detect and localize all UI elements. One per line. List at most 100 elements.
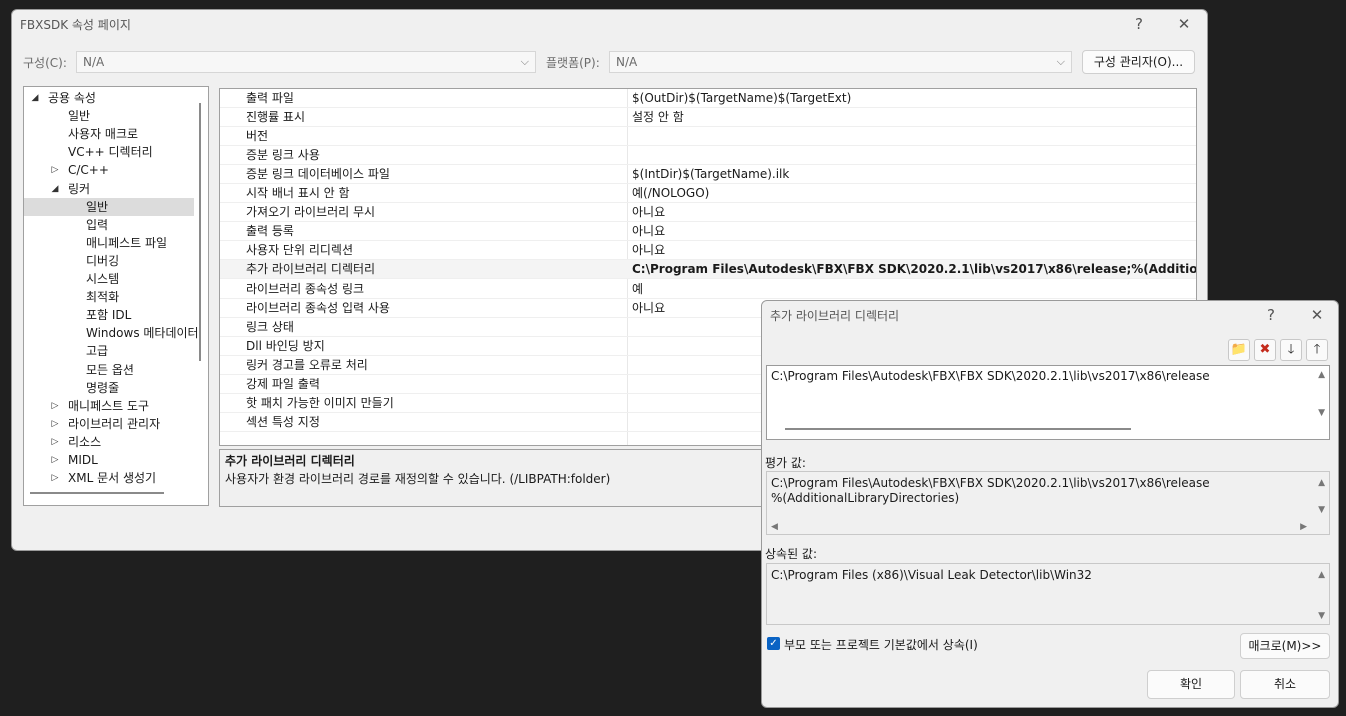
property-row[interactable]: 추가 라이브러리 디렉터리 C:\Program Files\Autodesk\F… [220,260,1196,280]
property-row[interactable]: 증분 링크 사용 [220,146,1196,166]
property-row[interactable]: 시작 배너 표시 안 함 예(/NOLOGO) [220,184,1196,204]
tree-item[interactable]: VC++ 디렉터리 [24,143,194,161]
dialog-close-button[interactable]: ✕ [1304,305,1330,325]
property-row[interactable]: 진행률 표시 설정 안 함 [220,108,1196,128]
property-name: 라이브러리 종속성 입력 사용 [246,300,390,315]
ok-button[interactable]: 확인 [1147,670,1235,699]
tree-vertical-scrollbar[interactable] [199,103,201,361]
scroll-down-icon[interactable]: ▼ [1318,505,1325,515]
property-value[interactable]: 예(/NOLOGO) [632,184,709,202]
property-name: 출력 파일 [246,91,294,105]
collapse-arrow-icon[interactable]: ◢ [29,89,41,107]
property-name: 시작 배너 표시 안 함 [246,186,350,201]
property-value[interactable]: $(IntDir)$(TargetName).ilk [632,165,789,183]
config-combobox[interactable]: N/A ⌵ [76,51,536,73]
platform-label: 플랫폼(P): [546,56,600,70]
scroll-right-icon[interactable]: ▶ [1300,522,1307,532]
expand-arrow-icon[interactable]: ▷ [49,397,61,415]
property-value[interactable]: $(OutDir)$(TargetName)$(TargetExt) [632,89,851,107]
property-value[interactable]: 아니요 [632,222,665,240]
tree-item[interactable]: 명령줄 [24,379,194,397]
property-value[interactable]: 아니요 [632,241,665,259]
expand-arrow-icon[interactable]: ▷ [49,469,61,487]
inherited-value-label: 상속된 값: [765,547,818,561]
scroll-left-icon[interactable]: ◀ [771,522,778,532]
config-manager-button[interactable]: 구성 관리자(O)... [1082,50,1195,74]
property-row[interactable]: 증분 링크 데이터베이스 파일 $(IntDir)$(TargetName).il… [220,165,1196,185]
inherited-value-box[interactable]: C:\Program Files (x86)\Visual Leak Detec… [766,563,1330,625]
dialog-title: 추가 라이브러리 디렉터리 [770,309,900,323]
property-row[interactable]: 사용자 단위 리디렉션 아니요 [220,241,1196,261]
cancel-button[interactable]: 취소 [1240,670,1330,699]
property-value[interactable]: 설정 안 함 [632,108,684,126]
tree-item-label: 라이브러리 관리자 [68,416,161,431]
delete-icon[interactable]: ✖ [1254,339,1276,361]
tree-horizontal-scrollbar[interactable] [30,492,164,494]
tree-item[interactable]: 입력 [24,216,194,234]
tree-item[interactable]: 디버깅 [24,252,194,270]
tree-item[interactable]: 사용자 매크로 [24,125,194,143]
collapse-arrow-icon[interactable]: ◢ [49,180,61,198]
tree-item[interactable]: 고급 [24,342,194,360]
tree-item[interactable]: 포함 IDL [24,306,194,324]
scroll-up-icon[interactable]: ▲ [1318,570,1325,580]
tree-item[interactable]: 매니페스트 파일 [24,234,194,252]
property-tree[interactable]: ◢ 공용 속성 일반 사용자 매크로 VC++ 디렉터리 ▷ C/C++ ◢ 링커 일반 입력 매니페… [23,86,209,506]
tree-item[interactable]: ▷ 매니페스트 도구 [24,397,194,415]
property-row[interactable]: 라이브러리 종속성 링크 예 [220,280,1196,299]
main-titlebar[interactable]: FBXSDK 속성 페이지 ? ✕ [12,10,1207,38]
chevron-down-icon: ⌵ [1056,55,1065,68]
dialog-titlebar[interactable]: 추가 라이브러리 디렉터리 ? ✕ [762,301,1338,329]
expand-arrow-icon[interactable]: ▷ [49,451,61,469]
property-value[interactable]: C:\Program Files\Autodesk\FBX\FBX SDK\20… [632,260,1196,278]
tree-item[interactable]: 시스템 [24,270,194,288]
tree-item[interactable]: 최적화 [24,288,194,306]
inherit-checkbox-label[interactable]: 부모 또는 프로젝트 기본값에서 상속(I) [784,636,978,653]
directories-list[interactable]: C:\Program Files\Autodesk\FBX\FBX SDK\20… [766,365,1330,440]
move-down-icon[interactable]: 🡓 [1280,339,1302,361]
platform-combobox[interactable]: N/A ⌵ [609,51,1072,73]
tree-item[interactable]: ▷ 리소스 [24,433,194,451]
tree-item[interactable]: ▷ 라이브러리 관리자 [24,415,194,433]
expand-arrow-icon[interactable]: ▷ [49,161,61,179]
expand-arrow-icon[interactable]: ▷ [49,433,61,451]
evaluated-value-box[interactable]: C:\Program Files\Autodesk\FBX\FBX SDK\20… [766,471,1330,535]
description-heading: 추가 라이브러리 디렉터리 [225,454,355,468]
tree-item[interactable]: ▷ MIDL [24,451,194,469]
property-value[interactable]: 아니요 [632,299,665,317]
tree-item[interactable]: ◢ 링커 [24,180,194,198]
additional-library-directories-dialog: 추가 라이브러리 디렉터리 ? ✕ 📁 ✖ 🡓 🡑 C:\Program Fil… [761,300,1339,708]
dialog-help-button[interactable]: ? [1258,305,1284,325]
property-name: 추가 라이브러리 디렉터리 [246,262,376,277]
move-up-icon[interactable]: 🡑 [1306,339,1328,361]
tree-item-label: 시스템 [86,272,120,286]
directory-entry[interactable]: C:\Program Files\Autodesk\FBX\FBX SDK\20… [771,369,1210,383]
tree-item[interactable]: 일반 [24,197,194,216]
tree-item[interactable]: 일반 [24,107,194,125]
tree-item[interactable]: Windows 메타데이터 [24,324,199,342]
property-value[interactable]: 아니요 [632,203,665,221]
new-folder-icon[interactable]: 📁 [1228,339,1250,361]
tree-item[interactable]: ◢ 공용 속성 [24,89,194,107]
tree-item[interactable]: 모든 옵션 [24,361,194,379]
list-horizontal-scrollbar[interactable] [785,428,1131,430]
property-row[interactable]: 출력 등록 아니요 [220,222,1196,242]
tree-item-label: 입력 [86,217,109,232]
scroll-up-icon[interactable]: ▲ [1318,478,1325,488]
tree-item[interactable]: ▷ C/C++ [24,161,194,179]
property-row[interactable]: 가져오기 라이브러리 무시 아니요 [220,203,1196,223]
macro-button[interactable]: 매크로(M)>> [1240,633,1330,659]
scroll-up-icon[interactable]: ▲ [1318,370,1325,380]
expand-arrow-icon[interactable]: ▷ [49,415,61,433]
tree-item-label: 일반 [68,109,91,124]
help-button[interactable]: ? [1126,14,1152,34]
description-text: 사용자가 환경 라이브러리 경로를 재정의할 수 있습니다. (/LIBPATH… [225,472,611,486]
inherit-checkbox[interactable]: ✓ [767,637,780,650]
scroll-down-icon[interactable]: ▼ [1318,611,1325,621]
scroll-down-icon[interactable]: ▼ [1318,408,1325,418]
close-button[interactable]: ✕ [1171,14,1197,34]
tree-item[interactable]: ▷ XML 문서 생성기 [24,469,194,487]
property-value[interactable]: 예 [632,280,643,298]
property-row[interactable]: 출력 파일 $(OutDir)$(TargetName)$(TargetExt) [220,89,1196,108]
property-row[interactable]: 버전 [220,127,1196,147]
